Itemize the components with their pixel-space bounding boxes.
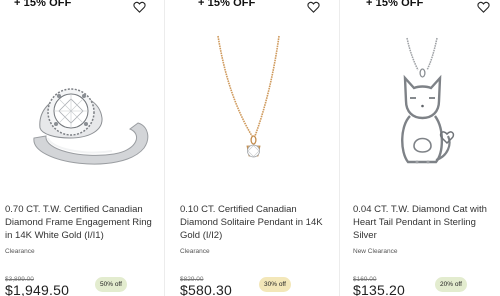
discount-badge: 50% off [95, 277, 127, 292]
sale-price: $580.30 [180, 282, 233, 296]
sale-price: $1,949.50 [5, 282, 70, 296]
cat-pendant-icon[interactable] [348, 26, 498, 176]
product-title[interactable]: 0.10 CT. Certified Canadian Diamond Soli… [180, 203, 330, 242]
clearance-tag: New Clearance [353, 248, 398, 255]
heart-icon[interactable] [133, 1, 146, 13]
product-title[interactable]: 0.04 CT. T.W. Diamond Cat with Heart Tai… [353, 203, 500, 242]
divider [164, 0, 165, 296]
divider [339, 0, 340, 296]
product-card[interactable]: + 15% OFF 0.04 CT. T.W. Diamond Cat with… [346, 0, 500, 296]
promo-label: + 15% OFF [14, 0, 72, 9]
discount-badge: 20% off [435, 277, 467, 292]
heart-icon[interactable] [307, 1, 320, 13]
diamond-ring-icon[interactable] [4, 26, 154, 176]
product-title[interactable]: 0.70 CT. T.W. Certified Canadian Diamond… [5, 203, 155, 242]
product-card[interactable]: + 15% OFF 0.70 CT. T.W. Certified Canadi… [0, 0, 158, 296]
clearance-tag: Clearance [180, 248, 210, 255]
promo-label: + 15% OFF [198, 0, 256, 9]
product-card[interactable]: + 15% OFF 0.10 CT. Certified Canadian Di… [173, 0, 332, 296]
discount-badge: 30% off [259, 277, 291, 292]
promo-label: + 15% OFF [366, 0, 424, 9]
product-grid: + 15% OFF 0.70 CT. T.W. Certified Canadi… [0, 0, 500, 296]
sale-price: $135.20 [353, 282, 406, 296]
heart-icon[interactable] [477, 1, 490, 13]
clearance-tag: Clearance [5, 248, 35, 255]
solitaire-pendant-icon[interactable] [178, 26, 328, 176]
